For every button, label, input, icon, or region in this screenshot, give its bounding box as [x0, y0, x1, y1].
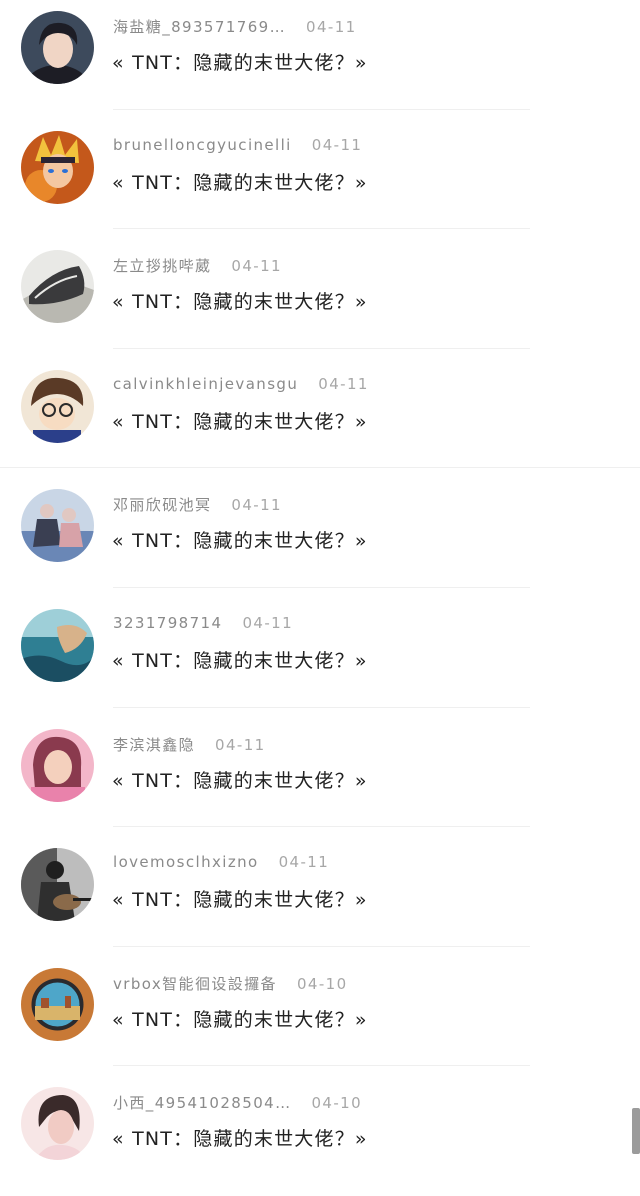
- comment-meta: calvinkhleinjevansgu 04-11: [113, 375, 369, 393]
- username[interactable]: 邓丽欣砚池冥: [113, 496, 211, 514]
- divider: [113, 228, 530, 230]
- comment-item[interactable]: 左立拶挑哔葳 04-11 « TNT：隐藏的末世大佬？»: [0, 239, 640, 359]
- comment-date: 04-11: [306, 18, 357, 36]
- comment-date: 04-10: [296, 974, 348, 993]
- comment-feed: 海盐糖_893571769… 04-11 « TNT：隐藏的末世大佬？» brun…: [0, 0, 640, 1196]
- avatar-anime-ninja-icon[interactable]: [21, 130, 94, 204]
- username[interactable]: 海盐糖_893571769…: [113, 18, 286, 36]
- comment-item[interactable]: brunelloncgyucinelli 04-11 « TNT：隐藏的末世大佬？…: [0, 120, 640, 240]
- comment-text[interactable]: « TNT：隐藏的末世大佬？»: [112, 885, 368, 912]
- comment-text[interactable]: « TNT：隐藏的末世大佬？»: [112, 1005, 368, 1032]
- avatar-anime-detective-icon[interactable]: [21, 369, 94, 443]
- comment-item[interactable]: 3231798714 04-11 « TNT：隐藏的末世大佬？»: [0, 598, 640, 718]
- avatar-pink-girl-icon[interactable]: [21, 728, 94, 802]
- comment-date: 04-11: [231, 496, 282, 515]
- divider: [113, 586, 530, 588]
- comment-item[interactable]: vrbox智能徊设設攞备 04-10 « TNT：隐藏的末世大佬？»: [0, 957, 640, 1077]
- comment-meta: 3231798714 04-11: [113, 614, 293, 632]
- divider: [113, 108, 530, 110]
- divider: [113, 706, 530, 708]
- avatar-sneakers-icon[interactable]: [21, 250, 94, 324]
- divider: [113, 945, 530, 947]
- comment-text[interactable]: « TNT：隐藏的末世大佬？»: [112, 766, 368, 793]
- comment-meta: 邓丽欣砚池冥 04-11: [113, 494, 282, 515]
- avatar-ocean-photo-icon[interactable]: [21, 608, 94, 682]
- comment-meta: 左立拶挑哔葳 04-11: [113, 255, 282, 276]
- comment-meta: 小西_49541028504… 04-10: [113, 1092, 362, 1113]
- comment-meta: 海盐糖_893571769… 04-11: [113, 16, 357, 37]
- username[interactable]: 小西_49541028504…: [113, 1094, 291, 1112]
- comment-meta: lovemosclhxizno 04-11: [113, 853, 329, 871]
- divider: [113, 347, 530, 349]
- comment-date: 04-11: [318, 374, 369, 393]
- avatar-couple-photo-icon[interactable]: [21, 489, 94, 563]
- divider: [113, 826, 530, 828]
- avatar-vr-lens-icon[interactable]: [21, 967, 94, 1041]
- comment-text[interactable]: « TNT：隐藏的末世大佬？»: [112, 646, 368, 673]
- username[interactable]: 李滨淇鑫隐: [113, 736, 195, 754]
- divider: [113, 1065, 530, 1067]
- comment-text[interactable]: « TNT：隐藏的末世大佬？»: [112, 1124, 368, 1151]
- username[interactable]: brunelloncgyucinelli: [113, 136, 292, 154]
- avatar-young-man-icon[interactable]: [21, 11, 94, 84]
- username[interactable]: 3231798714: [113, 614, 222, 632]
- comment-text[interactable]: « TNT：隐藏的末世大佬？»: [112, 407, 368, 434]
- comment-date: 04-11: [311, 135, 363, 154]
- scrollbar-thumb[interactable]: [632, 1108, 640, 1154]
- divider: [0, 467, 640, 469]
- avatar-girl-portrait-icon[interactable]: [21, 1087, 94, 1161]
- comment-meta: brunelloncgyucinelli 04-11: [113, 136, 362, 154]
- comment-text[interactable]: « TNT：隐藏的末世大佬？»: [112, 48, 368, 75]
- comment-text[interactable]: « TNT：隐藏的末世大佬？»: [112, 526, 368, 553]
- username[interactable]: calvinkhleinjevansgu: [113, 375, 298, 393]
- comment-date: 04-11: [242, 613, 294, 632]
- comment-item[interactable]: calvinkhleinjevansgu 04-11 « TNT：隐藏的末世大佬？…: [0, 359, 640, 479]
- comment-date: 04-10: [311, 1094, 363, 1113]
- comment-item[interactable]: lovemosclhxizno 04-11 « TNT：隐藏的末世大佬？»: [0, 837, 640, 957]
- comment-date: 04-11: [215, 735, 266, 754]
- comment-meta: 李滨淇鑫隐 04-11: [113, 734, 266, 755]
- comment-item[interactable]: 海盐糖_893571769… 04-11 « TNT：隐藏的末世大佬？»: [0, 0, 640, 120]
- username[interactable]: lovemosclhxizno: [113, 853, 259, 871]
- comment-text[interactable]: « TNT：隐藏的末世大佬？»: [112, 287, 368, 314]
- comment-meta: vrbox智能徊设設攞备 04-10: [113, 973, 348, 994]
- comment-item[interactable]: 小西_49541028504… 04-10 « TNT：隐藏的末世大佬？»: [0, 1076, 640, 1196]
- comment-item[interactable]: 邓丽欣砚池冥 04-11 « TNT：隐藏的末世大佬？»: [0, 478, 640, 598]
- comment-text[interactable]: « TNT：隐藏的末世大佬？»: [112, 168, 368, 195]
- comment-date: 04-11: [231, 257, 282, 276]
- avatar-guitarist-icon[interactable]: [21, 848, 94, 922]
- username[interactable]: vrbox智能徊设設攞备: [113, 975, 277, 993]
- comment-date: 04-11: [278, 853, 330, 872]
- username[interactable]: 左立拶挑哔葳: [113, 257, 211, 275]
- comment-item[interactable]: 李滨淇鑫隐 04-11 « TNT：隐藏的末世大佬？»: [0, 718, 640, 838]
